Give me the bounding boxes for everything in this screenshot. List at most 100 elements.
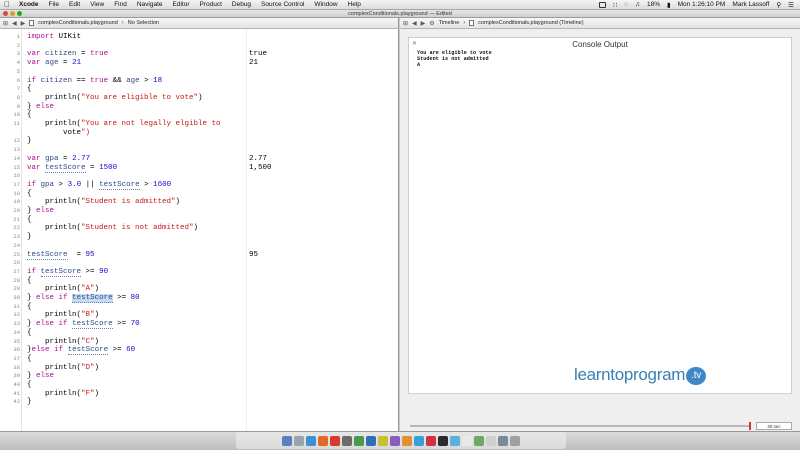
code-line[interactable]: 13 <box>0 146 399 155</box>
code-line[interactable]: 33} else if testScore >= 70 <box>0 320 399 330</box>
timeline-slider[interactable] <box>410 425 750 427</box>
code-line[interactable]: 30} else if testScore >= 80 <box>0 294 399 303</box>
app-icon[interactable] <box>402 435 412 446</box>
code-text[interactable]: { <box>27 329 32 338</box>
menu-help[interactable]: Help <box>343 0 366 10</box>
app-icon[interactable] <box>498 435 508 446</box>
result-value[interactable]: 1,500 <box>249 164 272 173</box>
code-line[interactable]: 1 import UIKit <box>0 33 399 42</box>
code-text[interactable]: { <box>27 216 32 225</box>
code-line[interactable]: 14 var gpa = 2.77 2.77 <box>0 155 399 164</box>
code-text[interactable]: println("You are eligible to vote") <box>27 94 203 103</box>
code-line[interactable]: 19 println("Student is admitted") <box>0 198 399 207</box>
code-line[interactable]: 9} else <box>0 103 399 112</box>
code-line[interactable]: 6 if citizen == true && age > 18 <box>0 77 399 86</box>
jump-mode[interactable]: Timeline <box>439 20 460 26</box>
app-icon[interactable] <box>354 435 364 446</box>
code-text[interactable]: vote") <box>27 129 90 138</box>
xcode-icon[interactable] <box>414 435 424 446</box>
code-line[interactable]: 40 { <box>0 381 399 390</box>
jump-timeline-file[interactable]: complexConditionals.playground (Timeline… <box>478 20 583 26</box>
menu-file[interactable]: File <box>44 0 64 10</box>
code-text[interactable]: { <box>27 85 32 94</box>
code-text[interactable]: { <box>27 277 32 286</box>
menu-xcode[interactable]: Xcode <box>14 0 44 10</box>
code-text[interactable]: if testScore >= 90 <box>27 267 108 277</box>
code-line[interactable]: 11 println("You are not legally elgible … <box>0 120 399 129</box>
jump-selection[interactable]: No Selection <box>128 20 159 26</box>
result-value[interactable]: 2.77 <box>249 155 267 164</box>
code-line[interactable]: 12} <box>0 137 399 146</box>
code-text[interactable]: } <box>27 233 32 242</box>
code-text[interactable]: } else if testScore >= 70 <box>27 320 140 330</box>
code-line[interactable]: 41 println("F") <box>0 390 399 399</box>
code-line[interactable]: 22 println("Student is not admitted") <box>0 224 399 233</box>
code-text[interactable]: }else if testScore >= 60 <box>27 346 135 356</box>
apple-menu-icon[interactable]:  <box>0 0 14 10</box>
code-line[interactable]: 5 <box>0 68 399 77</box>
result-value[interactable]: true <box>249 50 267 59</box>
code-text[interactable]: println("Student is admitted") <box>27 198 180 207</box>
app-icon[interactable] <box>450 435 460 446</box>
code-line[interactable]: 17 if gpa > 3.0 || testScore > 1600 <box>0 180 399 190</box>
code-line[interactable]: 38 println("D") <box>0 364 399 373</box>
code-editor[interactable]: 1 import UIKit 2 3 var citizen = true true 4 va… <box>0 29 399 431</box>
code-line[interactable]: 18 { <box>0 190 399 199</box>
back-icon[interactable]: ◀ <box>412 20 417 27</box>
wifi-icon[interactable]: ◌ <box>624 1 628 8</box>
app-icon[interactable] <box>366 435 376 446</box>
code-text[interactable]: var age = 21 <box>27 59 81 68</box>
code-text[interactable]: println("D") <box>27 364 99 373</box>
code-text[interactable]: if citizen == true && age > 18 <box>27 77 162 86</box>
menu-source-control[interactable]: Source Control <box>256 0 309 10</box>
result-value[interactable]: 95 <box>249 251 258 260</box>
launchpad-icon[interactable] <box>294 435 304 446</box>
menu-clock[interactable]: Mon 1:26:10 PM <box>678 1 726 8</box>
code-text[interactable]: var gpa = 2.77 <box>27 155 90 164</box>
code-line[interactable]: 24 <box>0 242 399 251</box>
app-icon[interactable] <box>342 435 352 446</box>
bluetooth-icon[interactable]: ∷ <box>613 1 617 9</box>
code-text[interactable]: { <box>27 111 32 120</box>
code-line[interactable]: 25 testScore = 95 95 <box>0 250 399 260</box>
code-text[interactable]: println("A") <box>27 285 99 294</box>
app-icon[interactable] <box>378 435 388 446</box>
forward-icon[interactable]: ▶ <box>421 20 426 27</box>
code-text[interactable]: } else if testScore >= 80 <box>27 294 140 303</box>
terminal-icon[interactable] <box>438 435 448 446</box>
finder-icon[interactable] <box>282 435 292 446</box>
code-text[interactable]: { <box>27 355 32 364</box>
code-line[interactable]: 42} <box>0 398 399 407</box>
related-items-icon[interactable]: ⊞ <box>3 20 8 27</box>
code-line[interactable]: 39} else <box>0 372 399 381</box>
code-line[interactable]: 4 var age = 21 21 <box>0 59 399 68</box>
code-line[interactable]: vote") <box>0 129 399 138</box>
app-icon[interactable] <box>426 435 436 446</box>
code-line[interactable]: 7{ <box>0 85 399 94</box>
app-icon[interactable] <box>474 435 484 446</box>
menu-product[interactable]: Product <box>194 0 226 10</box>
code-line[interactable]: 23} <box>0 233 399 242</box>
code-line[interactable]: 36}else if testScore >= 60 <box>0 346 399 356</box>
jump-file[interactable]: complexConditionals.playground <box>38 20 118 26</box>
code-line[interactable]: 29 println("A") <box>0 285 399 294</box>
code-text[interactable]: } <box>27 398 32 407</box>
close-window-icon[interactable] <box>3 11 8 16</box>
menu-find[interactable]: Find <box>109 0 132 10</box>
minimize-window-icon[interactable] <box>10 11 15 16</box>
display-icon[interactable] <box>599 1 607 8</box>
code-text[interactable]: println("F") <box>27 390 99 399</box>
code-line[interactable]: 31 { <box>0 303 399 312</box>
menu-view[interactable]: View <box>85 0 109 10</box>
code-line[interactable]: 16 <box>0 172 399 181</box>
timeline-duration-field[interactable]: 30 sec <box>756 422 792 430</box>
zoom-window-icon[interactable] <box>17 11 22 16</box>
battery-percent[interactable]: 18% <box>647 1 660 8</box>
related-items-icon[interactable]: ⊞ <box>403 20 408 27</box>
trash-icon[interactable] <box>510 435 520 446</box>
code-text[interactable]: { <box>27 190 32 199</box>
menu-debug[interactable]: Debug <box>227 0 256 10</box>
code-text[interactable]: println("B") <box>27 311 99 320</box>
code-line[interactable]: 2 <box>0 42 399 51</box>
code-line[interactable]: 37 { <box>0 355 399 364</box>
